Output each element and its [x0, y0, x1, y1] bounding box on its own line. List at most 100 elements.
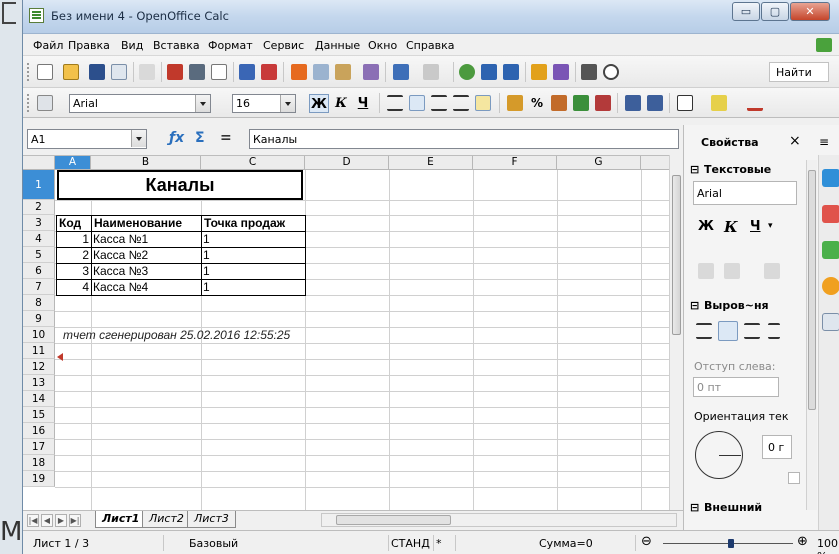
sort-descending-icon[interactable]	[503, 64, 519, 80]
row-header[interactable]: 13	[23, 375, 55, 391]
font-size-select[interactable]: 16	[232, 94, 296, 113]
sheet-tab-3[interactable]: Лист3	[187, 511, 236, 528]
row-header[interactable]: 3	[23, 215, 55, 231]
insert-chart-icon[interactable]	[531, 64, 547, 80]
chevron-down-icon[interactable]: ▾	[768, 221, 773, 231]
row-header[interactable]: 5	[23, 247, 55, 263]
draw-functions-icon[interactable]	[553, 64, 569, 80]
styles-deck-icon[interactable]	[822, 205, 839, 223]
row-header[interactable]: 17	[23, 439, 55, 455]
cell-code[interactable]: 3	[59, 264, 89, 279]
chevron-down-icon[interactable]	[280, 95, 295, 112]
name-box[interactable]: A1	[27, 129, 147, 149]
find-replace-icon[interactable]	[581, 64, 597, 80]
delete-decimal-icon[interactable]	[595, 95, 611, 111]
merge-cells-icon[interactable]	[475, 95, 491, 111]
text-section-title[interactable]: Текстовые	[704, 163, 771, 176]
row-header[interactable]: 18	[23, 455, 55, 471]
grow-font-icon[interactable]	[698, 263, 714, 279]
menu-tools[interactable]: Сервис	[263, 39, 304, 52]
sidebar-font-select[interactable]: Arial	[693, 181, 797, 205]
email-icon[interactable]	[111, 64, 127, 80]
zoom-level[interactable]: 100 %	[817, 537, 839, 554]
column-header-a[interactable]: A	[55, 156, 91, 170]
sidebar-align-right-icon[interactable]	[744, 323, 760, 339]
redo-icon[interactable]	[423, 64, 439, 80]
align-left-icon[interactable]	[387, 95, 403, 111]
minimize-button[interactable]: ▭	[732, 2, 760, 21]
menu-edit[interactable]: Правка	[68, 39, 110, 52]
sheet-position[interactable]: Лист 1 / 3	[33, 537, 89, 550]
last-sheet-icon[interactable]: ▶|	[69, 514, 81, 527]
zoom-slider-knob[interactable]	[728, 539, 734, 548]
sidebar-align-left-icon[interactable]	[696, 323, 712, 339]
underline-button[interactable]: Ч	[353, 94, 373, 113]
gallery-deck-icon[interactable]	[822, 241, 839, 259]
add-decimal-icon[interactable]	[573, 95, 589, 111]
menu-view[interactable]: Вид	[121, 39, 143, 52]
text-section-collapse-icon[interactable]: ⊟	[690, 163, 699, 176]
chevron-down-icon[interactable]	[195, 95, 210, 112]
decrease-indent-icon[interactable]	[625, 95, 641, 111]
sidebar-justify-icon[interactable]	[768, 323, 780, 339]
alignment-section-title[interactable]: Выров~ня	[704, 299, 769, 312]
undo-icon[interactable]	[393, 64, 409, 80]
row-header[interactable]: 4	[23, 231, 55, 247]
formula-input[interactable]: Каналы	[249, 129, 679, 149]
percent-format-button[interactable]: %	[527, 94, 547, 113]
sheet-tab-1[interactable]: Лист1	[95, 511, 147, 528]
cell-point[interactable]: 1	[203, 264, 210, 279]
column-header-g[interactable]: G	[557, 156, 641, 170]
shrink-font-icon[interactable]	[724, 263, 740, 279]
sort-ascending-icon[interactable]	[481, 64, 497, 80]
clone-format-icon[interactable]	[363, 64, 379, 80]
character-spacing-icon[interactable]	[764, 263, 780, 279]
justify-icon[interactable]	[453, 95, 469, 111]
first-sheet-icon[interactable]: |◀	[27, 514, 39, 527]
cell-point[interactable]: 1	[203, 248, 210, 263]
row-header[interactable]: 16	[23, 423, 55, 439]
header-point[interactable]: Точка продаж	[204, 216, 285, 231]
row-header[interactable]: 8	[23, 295, 55, 311]
select-all-corner[interactable]	[23, 156, 55, 170]
row-header[interactable]: 7	[23, 279, 55, 295]
export-pdf-icon[interactable]	[167, 64, 183, 80]
spreadsheet-grid[interactable]: A B C D E F G 1 2 3 4 5 6 7 8 9 10 11 12…	[23, 155, 669, 510]
row-header[interactable]: 15	[23, 407, 55, 423]
header-code[interactable]: Код	[59, 216, 81, 231]
column-header-f[interactable]: F	[473, 156, 557, 170]
autospell-icon[interactable]	[261, 64, 277, 80]
properties-deck-icon[interactable]	[822, 169, 839, 187]
align-center-icon[interactable]	[409, 95, 425, 111]
maximize-button[interactable]: ▢	[761, 2, 789, 21]
selection-mode[interactable]: СТАНД	[391, 537, 430, 550]
menu-data[interactable]: Данные	[315, 39, 360, 52]
font-name-select[interactable]: Arial	[69, 94, 211, 113]
vertical-scrollbar[interactable]	[669, 155, 683, 510]
row-header[interactable]: 12	[23, 359, 55, 375]
menu-format[interactable]: Формат	[208, 39, 253, 52]
navigator-deck-icon[interactable]	[822, 277, 839, 295]
horizontal-scrollbar[interactable]	[321, 513, 677, 527]
cut-icon[interactable]	[291, 64, 307, 80]
sum-display[interactable]: Сумма=0	[539, 537, 593, 550]
column-header-d[interactable]: D	[305, 156, 389, 170]
cell-point[interactable]: 1	[203, 232, 210, 247]
prev-sheet-icon[interactable]: ◀	[41, 514, 53, 527]
toolbar-grip[interactable]	[27, 94, 30, 112]
sheet-tab-2[interactable]: Лист2	[142, 511, 191, 528]
align-right-icon[interactable]	[431, 95, 447, 111]
row-header[interactable]: 6	[23, 263, 55, 279]
bold-button[interactable]: Ж	[309, 94, 329, 113]
page-style[interactable]: Базовый	[189, 537, 238, 550]
column-header-b[interactable]: B	[91, 156, 201, 170]
paste-icon[interactable]	[335, 64, 351, 80]
new-document-icon[interactable]	[37, 64, 53, 80]
header-name[interactable]: Наименование	[94, 216, 182, 231]
update-icon[interactable]	[816, 38, 832, 52]
function-icon[interactable]: =	[220, 130, 232, 146]
row-header[interactable]: 11	[23, 343, 55, 359]
row-header[interactable]: 14	[23, 391, 55, 407]
next-sheet-icon[interactable]: ▶	[55, 514, 67, 527]
styles-icon[interactable]	[37, 95, 53, 111]
